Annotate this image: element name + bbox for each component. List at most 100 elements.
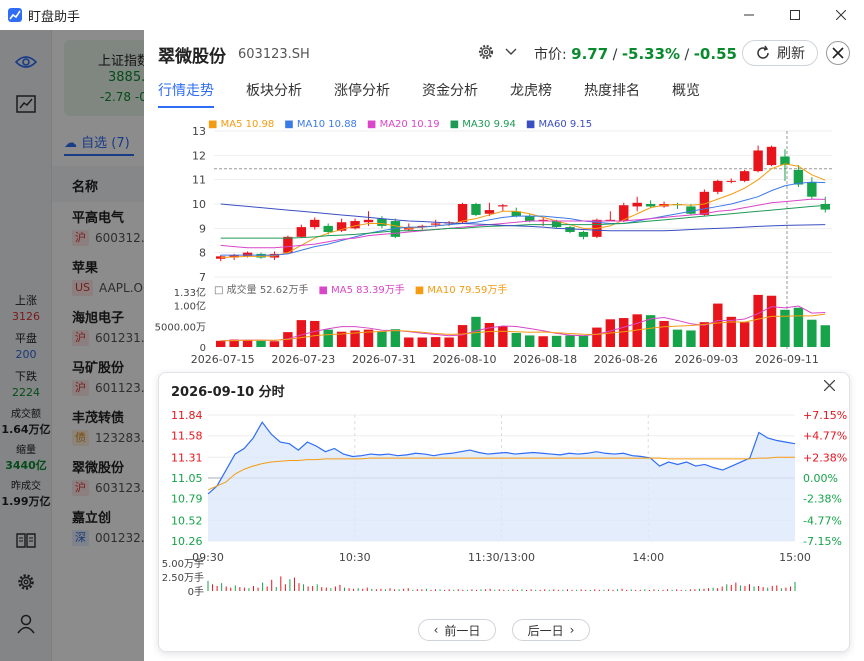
price-tick-label: 10.79 xyxy=(171,493,203,506)
volume-bar xyxy=(538,336,548,347)
candle xyxy=(471,204,481,215)
candle xyxy=(807,182,817,197)
volume-tick-label: 0手 xyxy=(188,585,204,598)
percent-tick-label: +4.77% xyxy=(803,430,847,443)
y-tick-label: 13 xyxy=(192,125,206,138)
volume-bar xyxy=(498,326,508,347)
x-tick-label: 2026-09-03 xyxy=(674,353,738,366)
volume-bar xyxy=(551,335,562,347)
close-icon xyxy=(836,10,846,20)
volume-bar xyxy=(377,331,387,347)
volume-bar xyxy=(444,337,454,347)
time-tick-label: 11:30/13:00 xyxy=(468,551,535,564)
next-day-label: 后一日 xyxy=(527,623,564,638)
volume-bar xyxy=(686,330,696,347)
candle xyxy=(645,204,656,207)
chevron-left-icon: ‹ xyxy=(433,623,439,637)
volume-bar xyxy=(578,335,589,347)
time-tick-label: 14:00 xyxy=(632,551,664,564)
title-bar: 盯盘助手 xyxy=(0,0,864,30)
percent-tick-label: -7.15% xyxy=(803,535,842,548)
volume-bar xyxy=(619,318,629,347)
volume-y-tick-label: 5000.00万 xyxy=(155,322,206,333)
maximize-icon xyxy=(790,10,800,20)
candle xyxy=(726,180,736,182)
candle xyxy=(713,180,723,192)
volume-bar xyxy=(430,337,441,347)
price-tick-label: 11.31 xyxy=(171,451,203,464)
candle xyxy=(739,171,750,181)
volume-bar xyxy=(256,340,266,347)
candle xyxy=(310,219,320,228)
y-tick-label: 11 xyxy=(192,174,206,187)
candle xyxy=(686,206,696,214)
volume-bar xyxy=(484,323,495,347)
candle xyxy=(430,223,441,225)
candle xyxy=(793,169,804,185)
y-tick-label: 7 xyxy=(199,271,206,284)
ma-line-ma5 xyxy=(220,163,826,259)
volume-bar xyxy=(511,332,521,347)
volume-bar xyxy=(739,322,750,347)
candle xyxy=(766,146,777,166)
volume-bar xyxy=(242,340,253,347)
volume-bar xyxy=(404,337,414,347)
y-tick-label: 12 xyxy=(192,149,206,162)
x-tick-label: 2026-07-23 xyxy=(271,353,335,366)
candle xyxy=(578,231,589,237)
x-tick-label: 2026-07-15 xyxy=(191,353,255,366)
close-window-button[interactable] xyxy=(818,0,864,30)
next-day-button[interactable]: 后一日 › xyxy=(512,619,590,641)
x-tick-label: 2026-08-26 xyxy=(594,353,658,366)
percent-tick-label: +7.15% xyxy=(803,409,847,422)
volume-bar xyxy=(269,341,280,347)
candle xyxy=(699,191,710,215)
candle xyxy=(484,210,495,214)
minimize-button[interactable] xyxy=(726,0,772,30)
volume-bar xyxy=(753,294,763,347)
price-tick-label: 10.52 xyxy=(171,514,203,527)
volume-bar xyxy=(807,319,817,347)
volume-bar xyxy=(417,337,427,347)
volume-tick-label: 5.00万手 xyxy=(162,557,204,570)
volume-y-tick-label: 1.33亿 xyxy=(174,286,206,299)
volume-bar xyxy=(672,329,683,347)
price-tick-label: 10.26 xyxy=(171,535,203,548)
volume-bar xyxy=(565,335,575,347)
x-tick-label: 2026-08-10 xyxy=(433,353,497,366)
candle xyxy=(498,205,508,207)
app-title: 盯盘助手 xyxy=(28,9,81,25)
app-logo-icon xyxy=(8,8,22,22)
volume-bar xyxy=(457,325,468,347)
intraday-popup: 2026-09-10 分时 11.84 +7.15% 11.58 +4.77% 11.3… xyxy=(158,372,850,652)
y-tick-label: 8 xyxy=(199,247,206,260)
volume-bar xyxy=(780,309,790,347)
candle xyxy=(283,236,293,253)
y-tick-label: 10 xyxy=(192,198,206,211)
price-tick-label: 11.84 xyxy=(171,409,203,422)
volume-bar xyxy=(766,295,777,347)
volume-bar xyxy=(216,340,226,347)
volume-bar xyxy=(699,322,710,347)
candle xyxy=(820,204,830,210)
volume-bar xyxy=(713,303,723,347)
candle xyxy=(296,227,307,237)
intraday-chart[interactable]: 11.84 +7.15% 11.58 +4.77% 11.31 +2.38% 11.05 0.… xyxy=(159,373,851,613)
percent-tick-label: -2.38% xyxy=(803,493,842,506)
prev-day-label: 前一日 xyxy=(444,623,481,638)
candle xyxy=(753,150,763,172)
volume-tick-label: 2.50万手 xyxy=(162,571,204,584)
candle xyxy=(565,227,575,232)
kline-chart[interactable]: 131211109871.33亿1.00亿5000.00万02026-07-15… xyxy=(144,30,864,370)
x-tick-label: 2026-08-18 xyxy=(513,353,577,366)
prev-day-button[interactable]: ‹ 前一日 xyxy=(418,619,496,641)
candle xyxy=(525,216,535,222)
x-tick-label: 2026-09-11 xyxy=(755,353,819,366)
time-tick-label: 10:30 xyxy=(339,551,371,564)
candle xyxy=(323,225,333,232)
percent-tick-label: +2.38% xyxy=(803,451,847,464)
price-tick-label: 11.05 xyxy=(171,472,203,485)
volume-bar xyxy=(659,320,669,347)
stock-detail-drawer: 翠微股份 603123.SH 市价: 9.77 / -5.33% / -0.55… xyxy=(144,30,864,661)
maximize-button[interactable] xyxy=(772,0,818,30)
